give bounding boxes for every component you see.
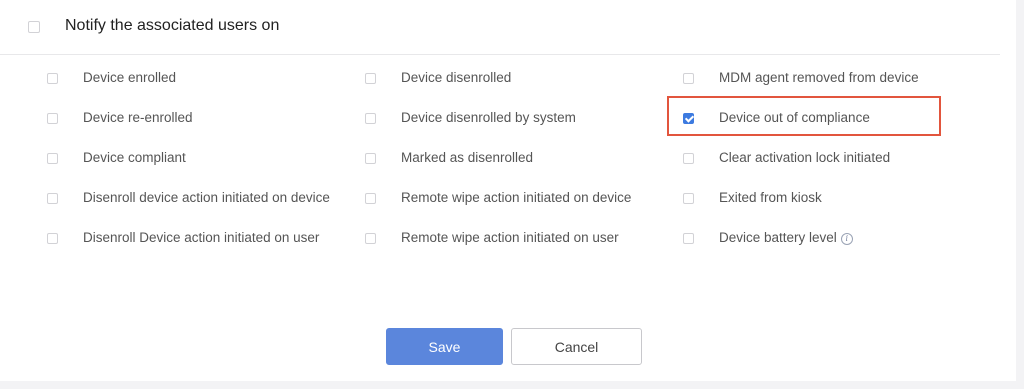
label-exited-from-kiosk: Exited from kiosk bbox=[719, 190, 822, 205]
checkbox-device-battery-level[interactable] bbox=[683, 233, 694, 244]
checkbox-marked-as-disenrolled[interactable] bbox=[365, 153, 376, 164]
label-device-re-enrolled: Device re-enrolled bbox=[83, 110, 193, 125]
label-device-battery-level: Device battery level bbox=[719, 230, 837, 245]
label-remote-wipe-on-device: Remote wipe action initiated on device bbox=[401, 190, 632, 205]
info-icon[interactable]: i bbox=[840, 233, 853, 245]
label-device-compliant: Device compliant bbox=[83, 150, 186, 165]
checkbox-device-re-enrolled[interactable] bbox=[47, 113, 58, 124]
checkbox-exited-from-kiosk[interactable] bbox=[683, 193, 694, 204]
device-battery-level-row: Device battery level i bbox=[719, 230, 853, 245]
checkbox-clear-activation-lock[interactable] bbox=[683, 153, 694, 164]
checkbox-remote-wipe-on-device[interactable] bbox=[365, 193, 376, 204]
label-clear-activation-lock: Clear activation lock initiated bbox=[719, 150, 891, 165]
checkbox-remote-wipe-on-user[interactable] bbox=[365, 233, 376, 244]
notify-users-label: Notify the associated users on bbox=[65, 17, 280, 34]
save-button[interactable]: Save bbox=[386, 328, 503, 365]
notify-users-checkbox[interactable] bbox=[28, 21, 40, 33]
cancel-button[interactable]: Cancel bbox=[511, 328, 642, 365]
notification-settings-panel: Notify the associated users on Device en… bbox=[0, 0, 1016, 381]
checkbox-device-disenrolled-by-system[interactable] bbox=[365, 113, 376, 124]
label-device-disenrolled: Device disenrolled bbox=[401, 70, 512, 85]
label-disenroll-action-on-user: Disenroll Device action initiated on use… bbox=[83, 230, 320, 245]
checkbox-disenroll-action-on-device[interactable] bbox=[47, 193, 58, 204]
checkbox-device-enrolled[interactable] bbox=[47, 73, 58, 84]
checkbox-device-out-of-compliance[interactable] bbox=[683, 113, 694, 124]
checkbox-device-disenrolled[interactable] bbox=[365, 73, 376, 84]
label-device-enrolled: Device enrolled bbox=[83, 70, 177, 85]
checkbox-device-compliant[interactable] bbox=[47, 153, 58, 164]
notify-header: Notify the associated users on bbox=[0, 0, 1000, 55]
label-mdm-agent-removed: MDM agent removed from device bbox=[719, 70, 919, 85]
label-marked-as-disenrolled: Marked as disenrolled bbox=[401, 150, 534, 165]
checkbox-mdm-agent-removed[interactable] bbox=[683, 73, 694, 84]
label-disenroll-action-on-device: Disenroll device action initiated on dev… bbox=[83, 190, 330, 205]
checkbox-disenroll-action-on-user[interactable] bbox=[47, 233, 58, 244]
label-device-disenrolled-by-system: Device disenrolled by system bbox=[401, 110, 576, 125]
label-remote-wipe-on-user: Remote wipe action initiated on user bbox=[401, 230, 619, 245]
label-device-out-of-compliance: Device out of compliance bbox=[719, 110, 870, 125]
